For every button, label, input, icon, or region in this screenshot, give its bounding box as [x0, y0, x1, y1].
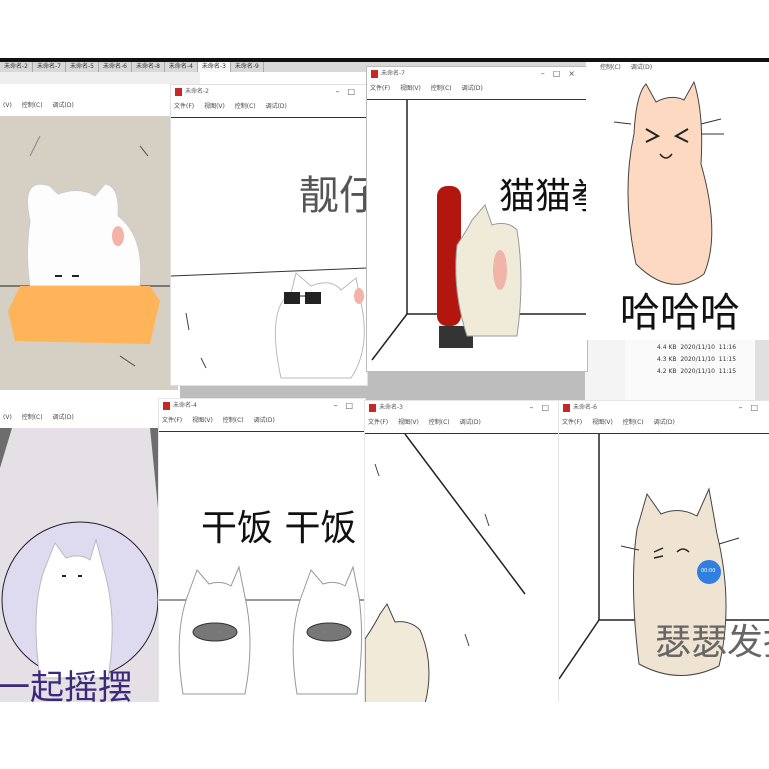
window-titlebar[interactable]: 未命名-2 –□: [171, 85, 367, 99]
timer-badge[interactable]: 00:00: [701, 568, 715, 574]
app-icon: [563, 404, 570, 412]
menu-debug[interactable]: 调试(D): [254, 417, 275, 424]
window-controls[interactable]: –□: [529, 401, 557, 415]
menu-control[interactable]: 控制(C): [22, 102, 43, 109]
tab-7[interactable]: 未命名-9: [231, 62, 264, 72]
menu-control[interactable]: 控制(C): [22, 414, 43, 421]
menu-control[interactable]: 控制(C): [623, 419, 644, 426]
menu-file[interactable]: 文件(F): [370, 85, 390, 92]
menu-view[interactable]: 视图(V): [204, 103, 225, 110]
window-controls[interactable]: –□: [335, 85, 363, 99]
menu-control[interactable]: 控制(C): [431, 85, 452, 92]
cat-in-box-illustration: [0, 135, 178, 367]
menu-view[interactable]: 视图(V): [400, 85, 421, 92]
tab-3[interactable]: 未命名-6: [99, 62, 132, 72]
menu-debug[interactable]: 调试(D): [460, 419, 481, 426]
window-shivering-cat[interactable]: 未命名-6 –□ 文件(F) 视图(V) 控制(C) 调试(D) 00:00 瑟…: [558, 400, 769, 704]
menu-debug[interactable]: 调试(D): [631, 64, 652, 71]
menu-control[interactable]: 控制(C): [429, 419, 450, 426]
menu-file[interactable]: 文件(F): [162, 417, 182, 424]
caption-text: 干饭 干饭: [201, 508, 357, 549]
menubar: 文件(F) 视图(V) 控制(C) 调试(D): [171, 101, 367, 113]
stage-canvas: [0, 116, 178, 390]
tab-4[interactable]: 未命名-8: [132, 62, 165, 72]
menubar: (V) 控制(C) 调试(D): [0, 412, 158, 424]
menubar: 控制(C) 调试(D): [586, 62, 769, 74]
window-laughing-cat[interactable]: 控制(C) 调试(D) 哈哈哈: [586, 62, 769, 340]
side-tool-strip: [755, 340, 769, 402]
menu-debug[interactable]: 调试(D): [53, 102, 74, 109]
file-row[interactable]: 4.2 KB 2020/11/10 11:15: [657, 368, 736, 375]
window-title: 未命名-4: [173, 402, 197, 409]
window-swaying-cat[interactable]: (V) 控制(C) 调试(D) 一起摇摆: [0, 402, 158, 702]
menu-view[interactable]: 视图(V): [192, 417, 213, 424]
app-icon: [163, 402, 170, 410]
menu-control[interactable]: 控制(C): [600, 64, 621, 71]
window-titlebar[interactable]: 未命名-3 –□: [365, 401, 561, 415]
tab-2[interactable]: 未命名-5: [66, 62, 99, 72]
window-title: 未命名-6: [573, 404, 597, 411]
tab-0[interactable]: 未命名-2: [0, 62, 33, 72]
caption-text: 瑟瑟发抖: [655, 622, 769, 663]
window-peeking-cat[interactable]: 未命名-3 –□ 文件(F) 视图(V) 控制(C) 调试(D): [364, 400, 562, 704]
menu-file[interactable]: 文件(F): [562, 419, 582, 426]
app-icon: [369, 404, 376, 412]
menubar: 文件(F) 视图(V) 控制(C) 调试(D): [365, 417, 561, 429]
menu-view[interactable]: (V): [3, 414, 12, 421]
window-controls[interactable]: –□: [738, 401, 766, 415]
app-icon: [175, 88, 182, 96]
menu-debug[interactable]: 调试(D): [53, 414, 74, 421]
tab-1[interactable]: 未命名-7: [33, 62, 66, 72]
caption-text: 猫猫拳: [499, 176, 587, 217]
window-eating-cats[interactable]: 未命名-4 –□ 文件(F) 视图(V) 控制(C) 调试(D) 干饭 干饭: [158, 398, 366, 704]
toolbar-strip: [0, 72, 200, 84]
window-boxing-cat[interactable]: 未命名-7 –□× 文件(F) 视图(V) 控制(C) 调试(D) 猫猫拳: [366, 66, 588, 372]
stage-canvas: [159, 431, 365, 703]
stage-canvas: [365, 433, 561, 703]
menu-control[interactable]: 控制(C): [235, 103, 256, 110]
menu-control[interactable]: 控制(C): [223, 417, 244, 424]
eating-cats-illustration: [159, 565, 365, 695]
menubar: (V) 控制(C) 调试(D): [0, 100, 178, 112]
file-list-panel: 4.4 KB 2020/11/10 11:16 4.3 KB 2020/11/1…: [585, 340, 769, 402]
peeking-cat-illustration: [365, 434, 526, 703]
window-titlebar[interactable]: 未命名-7 –□×: [367, 67, 587, 81]
menu-view[interactable]: (V): [3, 102, 12, 109]
menu-view[interactable]: 视图(V): [398, 419, 419, 426]
tab-6[interactable]: 未命名-3: [197, 62, 231, 72]
window-titlebar[interactable]: 未命名-6 –□: [559, 401, 769, 415]
caption-text: 哈哈哈: [620, 290, 740, 336]
file-row[interactable]: 4.3 KB 2020/11/10 11:15: [657, 356, 736, 363]
caption-text: 靓仔蹈: [299, 173, 367, 219]
menu-file[interactable]: 文件(F): [368, 419, 388, 426]
app-icon: [371, 70, 378, 78]
menubar: 文件(F) 视图(V) 控制(C) 调试(D): [367, 83, 587, 95]
stage-canvas: [367, 99, 587, 371]
window-controls[interactable]: –□×: [541, 67, 583, 81]
window-cool-cat[interactable]: 未命名-2 –□ 文件(F) 视图(V) 控制(C) 调试(D) 靓仔蹈: [170, 84, 368, 386]
window-cat-in-box[interactable]: (V) 控制(C) 调试(D): [0, 84, 178, 390]
tab-5[interactable]: 未命名-4: [165, 62, 198, 72]
window-title: 未命名-7: [381, 70, 405, 77]
menu-debug[interactable]: 调试(D): [654, 419, 675, 426]
window-controls[interactable]: –□: [333, 399, 361, 413]
bottom-margin: [0, 702, 769, 769]
menu-debug[interactable]: 调试(D): [266, 103, 287, 110]
window-titlebar[interactable]: 未命名-4 –□: [159, 399, 365, 413]
cool-cat-illustration: [171, 267, 367, 379]
menu-view[interactable]: 视图(V): [592, 419, 613, 426]
menu-file[interactable]: 文件(F): [174, 103, 194, 110]
file-row[interactable]: 4.4 KB 2020/11/10 11:16: [657, 344, 736, 351]
boxing-cat-illustration: [371, 100, 587, 361]
menu-debug[interactable]: 调试(D): [462, 85, 483, 92]
caption-text: 一起摇摆: [0, 668, 132, 702]
menubar: 文件(F) 视图(V) 控制(C) 调试(D): [559, 417, 769, 429]
window-title: 未命名-3: [379, 404, 403, 411]
stage-canvas: [171, 117, 367, 385]
menubar: 文件(F) 视图(V) 控制(C) 调试(D): [159, 415, 365, 427]
window-title: 未命名-2: [185, 88, 209, 95]
